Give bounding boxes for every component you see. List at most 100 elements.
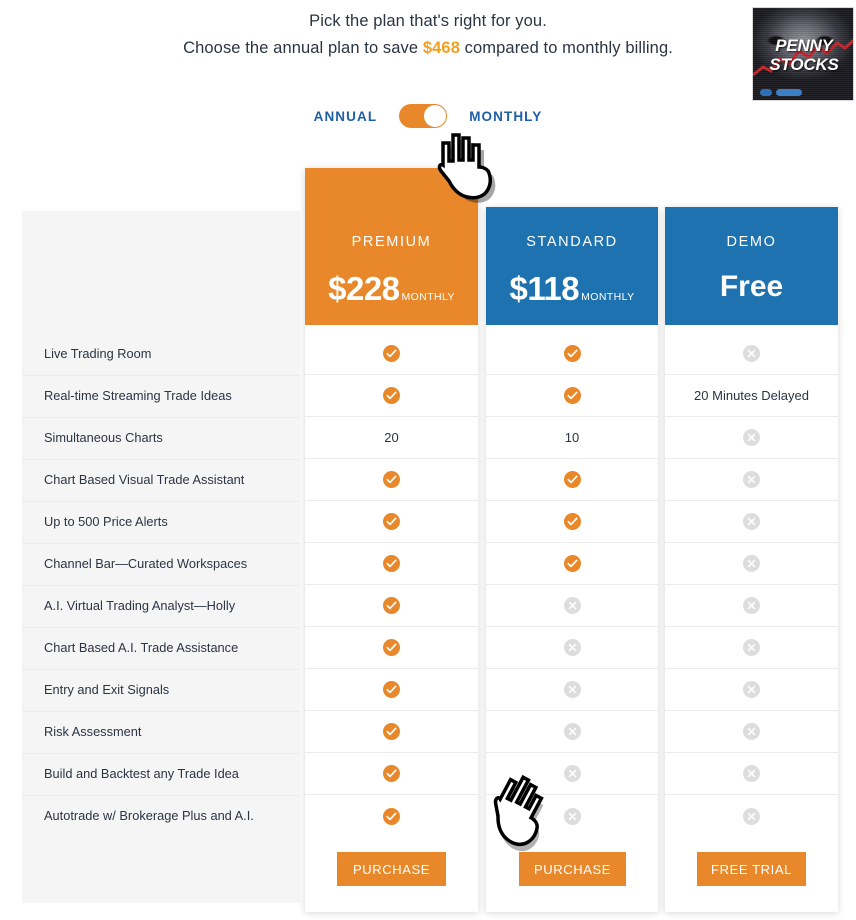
feature-cell-demo: 20 Minutes Delayed [665,375,838,417]
feature-cell-premium [305,585,478,627]
pricing-table: PREMIUM $228 MONTHLY STANDARD $118 MONTH… [0,0,856,920]
feature-label: Autotrade w/ Brokerage Plus and A.I. [44,808,254,823]
check-icon [383,681,400,698]
check-icon [383,639,400,656]
feature-cell-standard: 10 [486,417,658,459]
plan-price-demo: Free [665,270,838,304]
check-icon [563,555,581,572]
feature-cell-premium [305,333,478,375]
cross-icon [563,723,581,740]
feature-cell-demo [665,627,838,669]
check-icon [563,513,581,530]
check-icon [383,555,400,572]
feature-label: Risk Assessment [44,724,142,739]
check-icon [383,387,400,404]
feature-cell-standard [486,459,658,501]
feature-value-text: 10 [564,430,580,445]
cross-icon [743,639,760,656]
feature-cell-premium [305,459,478,501]
plan-name-demo: DEMO [726,234,777,250]
check-icon [383,597,400,614]
check-icon [383,471,400,488]
feature-label: Chart Based Visual Trade Assistant [44,472,245,487]
feature-cell-demo [665,459,838,501]
feature-cell-standard [486,543,658,585]
feature-label: A.I. Virtual Trading Analyst—Holly [44,598,236,613]
feature-value-text: 20 Minutes Delayed [694,388,809,403]
feature-cell-demo [665,795,838,837]
feature-cell-standard [486,333,658,375]
plan-price-amount-premium: $228 [328,270,400,307]
cross-icon [563,639,581,656]
plan-name-standard: STANDARD [526,234,618,250]
feature-cell-demo [665,753,838,795]
feature-cell-standard [486,627,658,669]
cross-icon [743,597,760,614]
plan-header-standard: STANDARD $118 MONTHLY [486,207,658,325]
feature-cell-demo [665,711,838,753]
check-icon [563,387,581,404]
plan-price-amount-demo: Free [719,270,784,303]
cross-icon [743,471,760,488]
feature-cell-premium [305,543,478,585]
feature-cell-premium [305,711,478,753]
feature-cell-premium [305,627,478,669]
feature-label: Live Trading Room [44,346,152,361]
cross-icon [563,765,581,782]
feature-cell-premium [305,375,478,417]
feature-cell-standard [486,711,658,753]
feature-cell-demo [665,501,838,543]
feature-label: Up to 500 Price Alerts [44,514,168,529]
feature-cell-premium [305,669,478,711]
cross-icon [743,681,760,698]
feature-cell-demo [665,417,838,459]
check-icon [563,471,581,488]
purchase-button-premium[interactable]: PURCHASE [337,852,446,886]
plan-price-amount-standard: $118 [509,270,580,307]
check-icon [383,807,400,825]
feature-cell-demo [665,543,838,585]
feature-label: Entry and Exit Signals [44,682,170,697]
plan-price-period-standard: MONTHLY [581,291,635,303]
plan-price-premium: $228 MONTHLY [305,270,478,308]
cross-icon [743,555,760,572]
cross-icon [563,681,581,698]
feature-value-text: 20 [384,430,399,445]
feature-cell-standard [486,669,658,711]
plan-header-demo: DEMO Free [665,207,838,325]
feature-cell-premium: 20 [305,417,478,459]
feature-cell-demo [665,333,838,375]
feature-cell-demo [665,669,838,711]
cross-icon [743,765,760,782]
check-icon [563,345,581,362]
feature-cell-standard [486,753,658,795]
feature-cell-demo [665,585,838,627]
cross-icon [743,723,760,740]
free-trial-button-demo[interactable]: FREE TRIAL [697,852,806,886]
cross-icon [743,807,760,825]
check-icon [383,723,400,740]
feature-label: Chart Based A.I. Trade Assistance [44,640,239,655]
cross-icon [743,513,760,530]
check-icon [383,345,400,362]
feature-label: Simultaneous Charts [44,430,163,445]
cross-icon [563,807,581,825]
feature-cell-standard [486,375,658,417]
feature-cell-standard [486,501,658,543]
feature-label: Build and Backtest any Trade Idea [44,766,239,781]
check-icon [383,513,400,530]
check-icon [383,765,400,782]
cross-icon [743,429,760,446]
plan-name-premium: PREMIUM [351,234,432,250]
purchase-button-standard[interactable]: PURCHASE [519,852,626,886]
feature-label: Channel Bar—Curated Workspaces [44,556,248,571]
feature-cell-standard [486,585,658,627]
plan-price-period-premium: MONTHLY [401,291,455,303]
feature-cell-premium [305,753,478,795]
feature-label: Real-time Streaming Trade Ideas [44,388,232,403]
cross-icon [563,597,581,614]
feature-cell-premium [305,501,478,543]
feature-cell-premium [305,795,478,837]
cross-icon [743,345,760,362]
feature-cell-standard [486,795,658,837]
